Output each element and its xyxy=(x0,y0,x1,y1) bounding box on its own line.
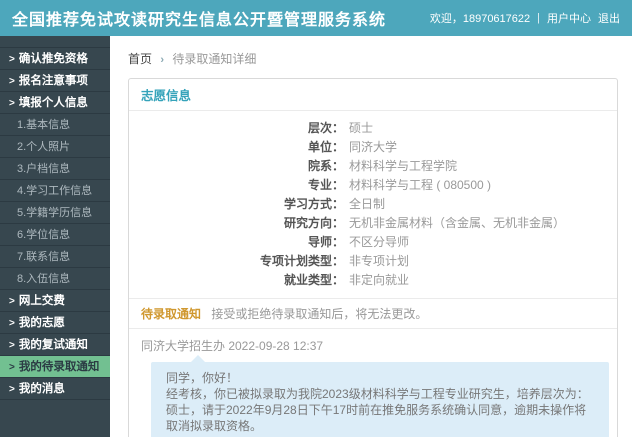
layout: > 确认推免资格 > 报名注意事项 > 填报个人信息 1.基本信息 2.个人照片 3.… xyxy=(0,36,632,437)
notice-section-note: 接受或拒绝待录取通知后，将无法更改。 xyxy=(211,307,428,321)
sidebar-item-label: 我的复试通知 xyxy=(18,339,88,351)
chevron-right-icon: > xyxy=(9,76,15,87)
breadcrumb-current: 待录取通知详细 xyxy=(172,52,257,66)
field-row-department: 院系： 材料科学与工程学院 xyxy=(129,157,617,176)
sidebar-item-label: 7.联系信息 xyxy=(17,251,71,263)
field-value: 全日制 xyxy=(349,197,386,211)
sidebar-item-label: 我的志愿 xyxy=(18,317,65,329)
field-row-supervisor: 导师： 不区分导师 xyxy=(129,233,617,252)
field-label: 研究方向： xyxy=(283,216,344,230)
field-value: 无机非金属材料（含金属、无机非金属） xyxy=(349,216,566,230)
sidebar-item-photo[interactable]: 2.个人照片 xyxy=(0,136,110,158)
volunteer-fields: 层次： 硕士 单位： 同济大学 院系： 材料科学与工程学院 专业： 材料科学与工程 ( … xyxy=(129,111,617,298)
field-value: 硕士 xyxy=(349,121,374,135)
sidebar-item-label: 2.个人照片 xyxy=(17,141,71,153)
field-row-study-mode: 学习方式： 全日制 xyxy=(129,195,617,214)
sidebar-item-registration-notes[interactable]: > 报名注意事项 xyxy=(0,70,110,92)
header-divider: | xyxy=(537,12,540,24)
sidebar-item-retest-notice[interactable]: > 我的复试通知 xyxy=(0,334,110,356)
user-area: 欢迎，18970617622 | 用户中心 退出 xyxy=(430,10,620,26)
field-value: 非定向就业 xyxy=(349,273,410,287)
sidebar: > 确认推免资格 > 报名注意事项 > 填报个人信息 1.基本信息 2.个人照片 3.… xyxy=(0,36,110,437)
sidebar-item-my-messages[interactable]: > 我的消息 xyxy=(0,378,110,400)
field-label: 层次： xyxy=(307,121,344,135)
chevron-right-icon: > xyxy=(9,98,15,109)
field-value: 同济大学 xyxy=(349,140,398,154)
sidebar-item-label: 5.学籍学历信息 xyxy=(17,207,93,219)
top-header: 全国推荐免试攻读研究生信息公开暨管理服务系统 欢迎，18970617622 | … xyxy=(0,0,632,36)
welcome-text: 欢迎，18970617622 xyxy=(429,13,531,25)
field-value: 非专项计划 xyxy=(349,254,410,268)
notice-section-title: 待录取通知 xyxy=(141,307,202,321)
field-label: 学习方式： xyxy=(283,197,344,211)
app-root: 全国推荐免试攻读研究生信息公开暨管理服务系统 欢迎，18970617622 | … xyxy=(0,0,632,437)
sidebar-item-label: 6.学位信息 xyxy=(17,229,71,241)
breadcrumb-separator-icon: › xyxy=(160,54,165,66)
sidebar-item-degree-info[interactable]: 6.学位信息 xyxy=(0,224,110,246)
chevron-right-icon: > xyxy=(9,296,15,307)
sidebar-item-label: 报名注意事项 xyxy=(18,75,88,87)
field-row-major: 专业： 材料科学与工程 ( 080500 ) xyxy=(129,176,617,195)
field-label: 单位： xyxy=(307,140,344,154)
field-label: 专业： xyxy=(307,178,344,192)
notice-sender: 同济大学招生办 2022-09-28 12:37 xyxy=(141,339,324,353)
chevron-right-icon: > xyxy=(9,384,15,395)
field-row-special-plan: 专项计划类型： 非专项计划 xyxy=(129,252,617,271)
sidebar-item-confirm-eligibility[interactable]: > 确认推免资格 xyxy=(0,48,110,70)
breadcrumb-home-link[interactable]: 首页 xyxy=(128,52,152,66)
sidebar-item-label: 4.学习工作信息 xyxy=(17,185,93,197)
field-label: 专项计划类型： xyxy=(259,254,344,268)
sidebar-item-contact-info[interactable]: 7.联系信息 xyxy=(0,246,110,268)
app-title: 全国推荐免试攻读研究生信息公开暨管理服务系统 xyxy=(12,12,387,29)
chevron-right-icon: > xyxy=(9,318,15,329)
sidebar-item-label: 填报个人信息 xyxy=(18,97,88,109)
notice-section-header: 待录取通知 接受或拒绝待录取通知后，将无法更改。 xyxy=(129,298,617,329)
field-row-level: 层次： 硕士 xyxy=(129,119,617,138)
chevron-right-icon: > xyxy=(9,54,15,65)
sidebar-item-military-info[interactable]: 8.入伍信息 xyxy=(0,268,110,290)
sidebar-item-label: 确认推免资格 xyxy=(18,53,88,65)
field-label: 院系： xyxy=(307,159,344,173)
field-value: 材料科学与工程 ( 080500 ) xyxy=(349,178,492,192)
sidebar-item-basic-info[interactable]: 1.基本信息 xyxy=(0,114,110,136)
sidebar-item-label: 8.入伍信息 xyxy=(17,273,71,285)
field-label: 就业类型： xyxy=(283,273,344,287)
field-value: 材料科学与工程学院 xyxy=(349,159,458,173)
chevron-right-icon: > xyxy=(9,340,15,351)
sidebar-item-my-volunteer[interactable]: > 我的志愿 xyxy=(0,312,110,334)
sidebar-item-study-work[interactable]: 4.学习工作信息 xyxy=(0,180,110,202)
sidebar-item-label: 3.户档信息 xyxy=(17,163,71,175)
sidebar-item-admission-notice[interactable]: > 我的待录取通知 xyxy=(0,356,110,378)
sidebar-item-online-payment[interactable]: > 网上交费 xyxy=(0,290,110,312)
field-row-research-direction: 研究方向： 无机非金属材料（含金属、无机非金属） xyxy=(129,214,617,233)
notice-greeting: 同学，你好！ xyxy=(166,371,239,385)
main-content: 首页 › 待录取通知详细 志愿信息 层次： 硕士 单位： 同济大学 院系： 材料科学与… xyxy=(110,36,632,437)
field-row-unit: 单位： 同济大学 xyxy=(129,138,617,157)
logout-link[interactable]: 退出 xyxy=(598,10,620,26)
notice-body: 经考核，你已被拟录取为我院2023级材料科学与工程专业研究生，培养层次为：硕士，… xyxy=(166,387,589,433)
sidebar-item-label: 我的待录取通知 xyxy=(18,361,100,373)
sidebar-item-label: 网上交费 xyxy=(18,295,65,307)
field-row-employment-type: 就业类型： 非定向就业 xyxy=(129,271,617,290)
notice-message-bubble: 同学，你好！ 经考核，你已被拟录取为我院2023级材料科学与工程专业研究生，培养… xyxy=(151,355,609,437)
sidebar-item-label: 我的消息 xyxy=(18,383,65,395)
chevron-right-icon: > xyxy=(9,362,15,373)
sidebar-item-label: 1.基本信息 xyxy=(17,119,71,131)
field-label: 导师： xyxy=(307,235,344,249)
admission-detail-panel: 志愿信息 层次： 硕士 单位： 同济大学 院系： 材料科学与工程学院 专业： 材料科学与… xyxy=(128,78,618,437)
sidebar-item-household-file[interactable]: 3.户档信息 xyxy=(0,158,110,180)
volunteer-info-section-title: 志愿信息 xyxy=(129,79,617,111)
field-value: 不区分导师 xyxy=(349,235,410,249)
sidebar-item-personal-info[interactable]: > 填报个人信息 xyxy=(0,92,110,114)
breadcrumb: 首页 › 待录取通知详细 xyxy=(128,50,618,67)
user-center-link[interactable]: 用户中心 xyxy=(547,10,591,26)
sidebar-item-student-status[interactable]: 5.学籍学历信息 xyxy=(0,202,110,224)
sidebar-menu: > 确认推免资格 > 报名注意事项 > 填报个人信息 1.基本信息 2.个人照片 3.… xyxy=(0,47,110,400)
